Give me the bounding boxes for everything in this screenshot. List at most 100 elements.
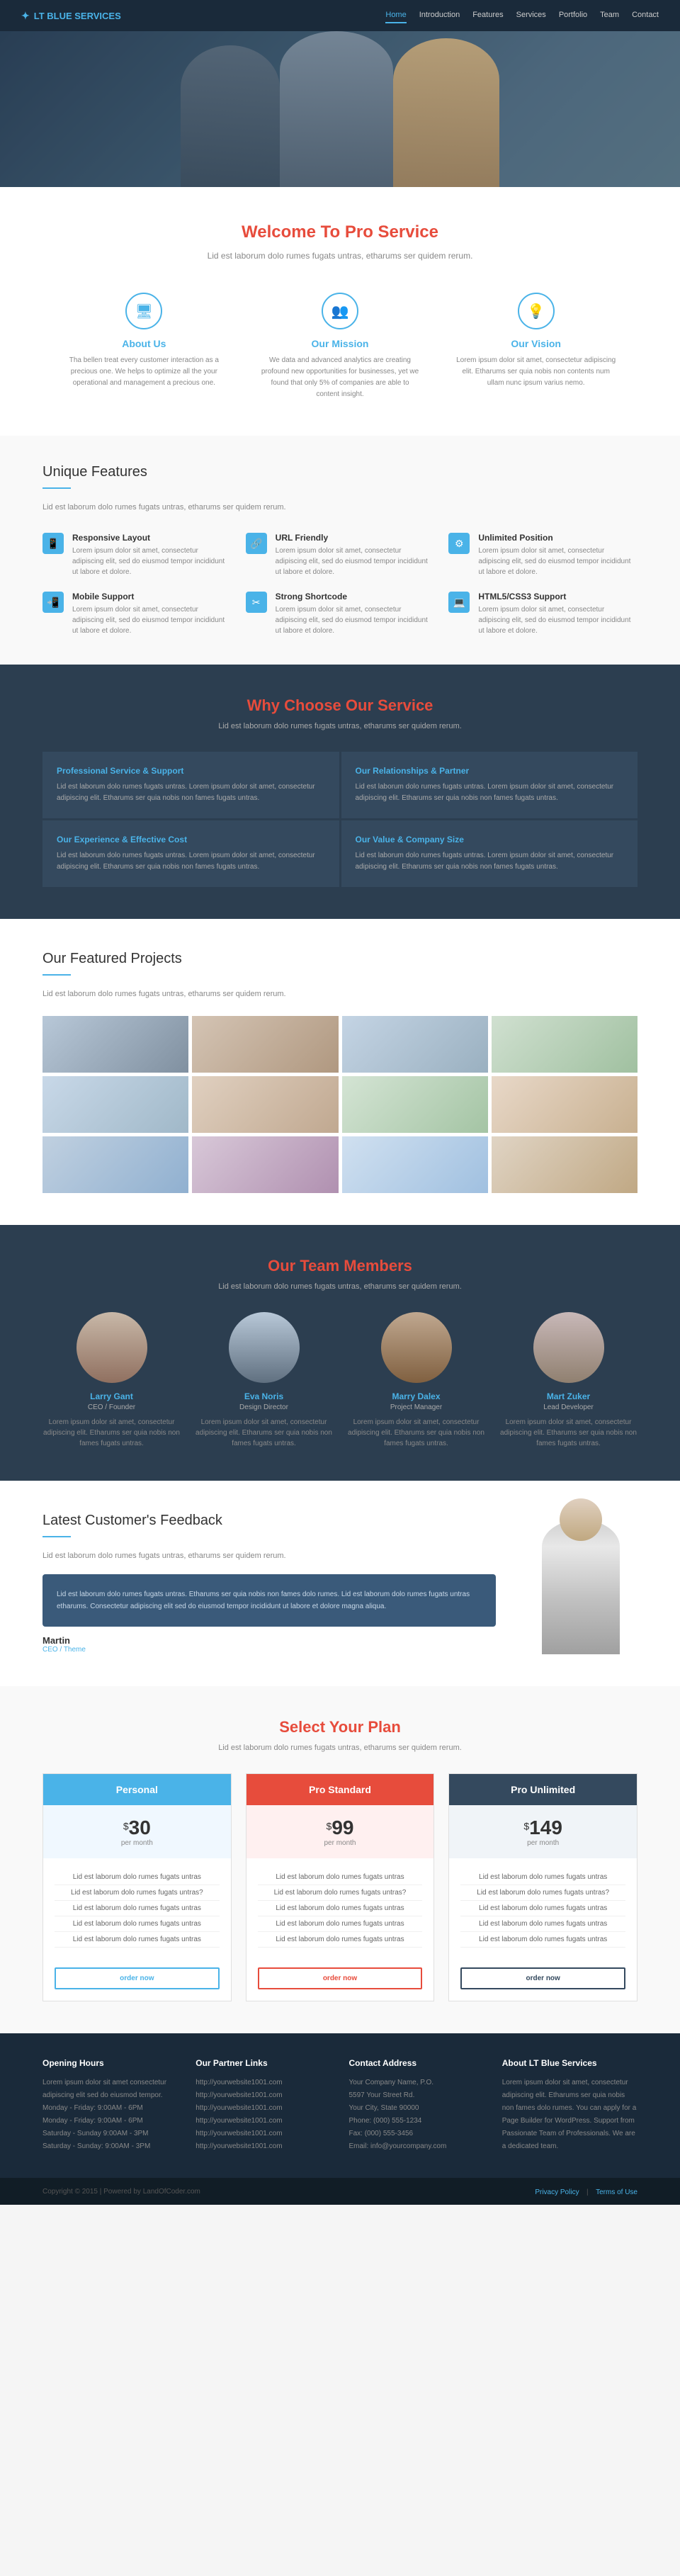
hero-person-2 [280,31,393,187]
feedback-section: Latest Customer's Feedback Lid est labor… [0,1481,680,1686]
features-grid: 📱 Responsive Layout Lorem ipsum dolor si… [42,533,638,636]
partner-link-3[interactable]: http://yourwebsite1001.com [196,2102,331,2115]
pricing-price-pro: $99 per month [246,1805,434,1858]
project-thumb-10[interactable] [192,1136,338,1193]
pricing-btn-pro[interactable]: order now [258,1967,423,1989]
about-text: Tha bellen treat every customer interact… [64,355,225,389]
brand[interactable]: ✦ LT BLUE SERVICES [21,10,121,22]
project-thumb-3[interactable] [342,1016,488,1073]
feedback-box: Lid est laborum dolo rumes fugats untras… [42,1574,496,1627]
footer-hours: Opening Hours Lorem ipsum dolor sit amet… [42,2058,178,2153]
avatar-eva [229,1312,300,1383]
feedback-subtitle: Lid est laborum dolo rumes fugats untras… [42,1552,496,1560]
author-name: Martin [42,1635,496,1646]
feature-unlimited: ⚙ Unlimited Position Lorem ipsum dolor s… [448,533,638,577]
hero-person-3 [393,38,499,187]
html5-icon: 💻 [448,592,470,613]
projects-grid [42,1016,638,1193]
pricing-personal: Personal $30 per month Lid est laborum d… [42,1773,232,2001]
why-grid: Professional Service & Support Lid est l… [42,752,638,887]
why-card-experience: Our Experience & Effective Cost Lid est … [42,820,339,887]
vision-icon: 💡 [518,293,555,329]
project-thumb-7[interactable] [342,1076,488,1133]
project-thumb-12[interactable] [492,1136,638,1193]
mart-role: Lead Developer [499,1403,638,1411]
about-title: About Us [64,338,225,349]
larry-name: Larry Gant [42,1391,181,1401]
welcome-card-vision: 💡 Our Vision Lorem ipsum dolor sit amet,… [448,286,623,407]
author-title: CEO / Theme [42,1646,496,1654]
avatar-mart [533,1312,604,1383]
nav-introduction[interactable]: Introduction [419,8,460,23]
pricing-price-personal: $30 per month [43,1805,231,1858]
feedback-content: Latest Customer's Feedback Lid est labor… [42,1513,496,1654]
pricing-btn-unlimited[interactable]: order now [460,1967,625,1989]
brand-name: LT BLUE SERVICES [34,11,121,21]
project-thumb-8[interactable] [492,1076,638,1133]
nav-portfolio[interactable]: Portfolio [559,8,587,23]
team-section: Our Team Members Lid est laborum dolo ru… [0,1225,680,1481]
partner-link-4[interactable]: http://yourwebsite1001.com [196,2115,331,2128]
why-section: Why Choose Our Service Lid est laborum d… [0,665,680,919]
nav-contact[interactable]: Contact [632,8,659,23]
why-card-relationships: Our Relationships & Partner Lid est labo… [341,752,638,818]
partner-link-2[interactable]: http://yourwebsite1001.com [196,2089,331,2102]
feedback-title: Latest Customer's Feedback [42,1513,496,1529]
team-member-marry: Marry Dalex Project Manager Lorem ipsum … [347,1312,485,1449]
hero-people [0,31,680,187]
footer-contact: Contact Address Your Company Name, P.O. … [349,2058,484,2153]
project-thumb-4[interactable] [492,1016,638,1073]
terms-link[interactable]: Terms of Use [596,2188,638,2196]
why-card-professional: Professional Service & Support Lid est l… [42,752,339,818]
hero-person-1 [181,45,280,187]
nav-team[interactable]: Team [600,8,619,23]
nav-services[interactable]: Services [516,8,546,23]
projects-subtitle: Lid est laborum dolo rumes fugats untras… [42,990,638,998]
footer-about: About LT Blue Services Lorem ipsum dolor… [502,2058,638,2153]
partner-link-6[interactable]: http://yourwebsite1001.com [196,2140,331,2153]
project-thumb-2[interactable] [192,1016,338,1073]
larry-bio: Lorem ipsum dolor sit amet, consectetur … [42,1417,181,1449]
team-member-mart: Mart Zuker Lead Developer Lorem ipsum do… [499,1312,638,1449]
mission-text: We data and advanced analytics are creat… [260,355,421,400]
pricing-features-unlimited: Lid est laborum dolo rumes fugats untras… [449,1858,637,1959]
project-thumb-9[interactable] [42,1136,188,1193]
why-card-value: Our Value & Company Size Lid est laborum… [341,820,638,887]
feature-responsive: 📱 Responsive Layout Lorem ipsum dolor si… [42,533,232,577]
brand-icon: ✦ [21,10,30,22]
pricing-pro: Pro Standard $99 per month Lid est labor… [246,1773,435,2001]
nav-links: Home Introduction Features Services Port… [385,8,659,23]
welcome-card-about: 🖥 About Us Tha bellen treat every custom… [57,286,232,407]
nav-features[interactable]: Features [472,8,503,23]
unlimited-icon: ⚙ [448,533,470,554]
feature-mobile: 📲 Mobile Support Lorem ipsum dolor sit a… [42,592,232,636]
privacy-link[interactable]: Privacy Policy [535,2188,579,2196]
nav-home[interactable]: Home [385,8,406,23]
vision-title: Our Vision [455,338,616,349]
team-subtitle: Lid est laborum dolo rumes fugats untras… [42,1282,638,1291]
marry-name: Marry Dalex [347,1391,485,1401]
feature-shortcode: ✂ Strong Shortcode Lorem ipsum dolor sit… [246,592,435,636]
project-thumb-1[interactable] [42,1016,188,1073]
footer-links: Privacy Policy | Terms of Use [535,2185,638,2198]
team-member-larry: Larry Gant CEO / Founder Lorem ipsum dol… [42,1312,181,1449]
features-subtitle: Lid est laborum dolo rumes fugats untras… [42,503,638,512]
avatar-marry [381,1312,452,1383]
mission-icon: 👥 [322,293,358,329]
team-title: Our Team Members [42,1257,638,1275]
project-thumb-11[interactable] [342,1136,488,1193]
marry-role: Project Manager [347,1403,485,1411]
eva-name: Eva Noris [195,1391,333,1401]
pricing-grid: Personal $30 per month Lid est laborum d… [42,1773,638,2001]
partner-link-1[interactable]: http://yourwebsite1001.com [196,2077,331,2089]
pricing-btn-personal[interactable]: order now [55,1967,220,1989]
pricing-features-pro: Lid est laborum dolo rumes fugats untras… [246,1858,434,1959]
welcome-title: Welcome To Pro Service [57,222,623,242]
pricing-section: Select Your Plan Lid est laborum dolo ru… [0,1686,680,2033]
pricing-unlimited: Pro Unlimited $149 per month Lid est lab… [448,1773,638,2001]
project-thumb-5[interactable] [42,1076,188,1133]
partner-link-5[interactable]: http://yourwebsite1001.com [196,2128,331,2140]
features-title: Unique Features [42,464,638,480]
eva-role: Design Director [195,1403,333,1411]
project-thumb-6[interactable] [192,1076,338,1133]
